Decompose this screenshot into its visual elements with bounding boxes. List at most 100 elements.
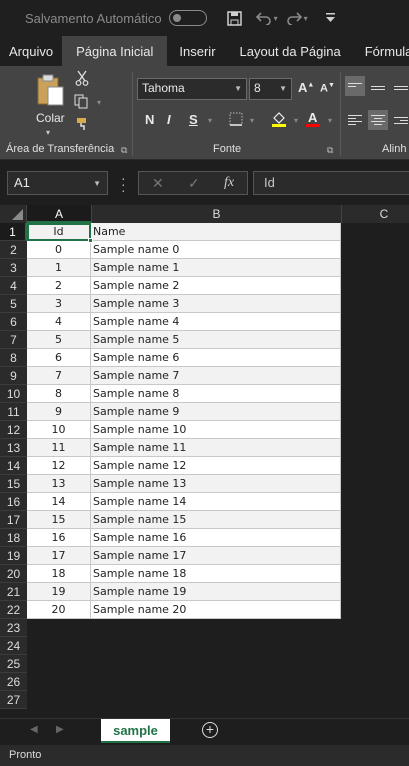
cell-name[interactable]: Sample name 15 — [91, 511, 341, 529]
row-header[interactable]: 13 — [0, 439, 27, 457]
cell-id[interactable]: 7 — [27, 367, 91, 385]
cell-name[interactable]: Sample name 5 — [91, 331, 341, 349]
cell-name[interactable]: Sample name 0 — [91, 241, 341, 259]
column-header-c[interactable]: C — [342, 205, 409, 223]
cell-id[interactable]: 13 — [27, 475, 91, 493]
row-header[interactable]: 2 — [0, 241, 27, 259]
borders-dropdown-icon[interactable]: ▾ — [250, 116, 254, 125]
redo-dropdown-icon[interactable]: ▾ — [304, 14, 308, 23]
cell-name[interactable]: Sample name 16 — [91, 529, 341, 547]
undo-dropdown-icon[interactable]: ▾ — [274, 14, 278, 23]
font-color-dropdown-icon[interactable]: ▾ — [328, 116, 332, 125]
row-header[interactable]: 12 — [0, 421, 27, 439]
row-header[interactable]: 26 — [0, 673, 27, 691]
format-painter-icon[interactable] — [76, 117, 90, 134]
cell-name[interactable]: Sample name 2 — [91, 277, 341, 295]
cell-name[interactable]: Sample name 19 — [91, 583, 341, 601]
cell-name[interactable]: Sample name 13 — [91, 475, 341, 493]
fill-color-dropdown-icon[interactable]: ▾ — [294, 116, 298, 125]
cell-id[interactable]: 14 — [27, 493, 91, 511]
previous-sheet-icon[interactable]: ◀ — [30, 724, 38, 735]
row-header[interactable]: 7 — [0, 331, 27, 349]
row-header[interactable]: 27 — [0, 691, 27, 709]
autosave-toggle[interactable] — [168, 10, 207, 26]
borders-icon[interactable] — [229, 112, 243, 129]
cell-id[interactable]: 20 — [27, 601, 91, 619]
row-header[interactable]: 9 — [0, 367, 27, 385]
align-bottom-button[interactable] — [391, 76, 409, 96]
cell-id[interactable]: 16 — [27, 529, 91, 547]
formula-input[interactable]: Id — [253, 171, 409, 195]
tab-layout-da-pagina[interactable]: Layout da Página — [228, 36, 353, 66]
cell-id[interactable]: 15 — [27, 511, 91, 529]
cancel-icon[interactable]: ✕ — [152, 175, 164, 192]
cell-name[interactable]: Sample name 20 — [91, 601, 341, 619]
sheet-tab-sample[interactable]: sample — [101, 719, 170, 743]
font-name-select[interactable]: Tahoma ▼ — [137, 78, 247, 100]
font-color-icon[interactable]: A — [305, 110, 321, 131]
cell-name[interactable]: Sample name 6 — [91, 349, 341, 367]
row-header[interactable]: 6 — [0, 313, 27, 331]
row-header[interactable]: 19 — [0, 547, 27, 565]
enter-icon[interactable]: ✓ — [188, 175, 200, 192]
save-icon[interactable] — [226, 10, 242, 26]
cell-name[interactable]: Sample name 14 — [91, 493, 341, 511]
align-left-button[interactable] — [345, 110, 365, 130]
cell-id[interactable]: 8 — [27, 385, 91, 403]
row-header[interactable]: 11 — [0, 403, 27, 421]
font-size-select[interactable]: 8 ▼ — [249, 78, 292, 100]
row-header[interactable]: 14 — [0, 457, 27, 475]
cell-name[interactable]: Sample name 7 — [91, 367, 341, 385]
tab-formulas[interactable]: Fórmulas — [353, 36, 409, 66]
cell-name[interactable]: Sample name 1 — [91, 259, 341, 277]
cell-id[interactable]: 0 — [27, 241, 91, 259]
underline-dropdown-icon[interactable]: ▾ — [208, 116, 212, 125]
paste-dropdown-icon[interactable]: ▾ — [46, 128, 50, 137]
customize-toolbar-icon[interactable] — [325, 13, 335, 23]
copy-dropdown-icon[interactable]: ▾ — [97, 98, 101, 107]
column-header-b[interactable]: B — [92, 205, 342, 223]
cell-b1[interactable]: Name — [91, 223, 341, 241]
cell-id[interactable]: 11 — [27, 439, 91, 457]
paste-icon[interactable] — [36, 74, 66, 108]
align-right-button[interactable] — [391, 110, 409, 130]
tab-inserir[interactable]: Inserir — [167, 36, 227, 66]
cell-id[interactable]: 17 — [27, 547, 91, 565]
underline-button[interactable]: S — [189, 112, 198, 127]
cell-name[interactable]: Sample name 8 — [91, 385, 341, 403]
cell-id[interactable]: 6 — [27, 349, 91, 367]
cell-name[interactable]: Sample name 4 — [91, 313, 341, 331]
row-header[interactable]: 10 — [0, 385, 27, 403]
cell-id[interactable]: 1 — [27, 259, 91, 277]
align-middle-button[interactable] — [368, 76, 388, 96]
row-header[interactable]: 25 — [0, 655, 27, 673]
row-header[interactable]: 15 — [0, 475, 27, 493]
cell-name[interactable]: Sample name 11 — [91, 439, 341, 457]
tab-arquivo[interactable]: Arquivo — [0, 36, 62, 66]
row-header[interactable]: 24 — [0, 637, 27, 655]
row-header[interactable]: 3 — [0, 259, 27, 277]
next-sheet-icon[interactable]: ▶ — [56, 724, 64, 735]
decrease-font-icon[interactable]: A▼ — [320, 82, 335, 95]
cell-id[interactable]: 5 — [27, 331, 91, 349]
align-center-button[interactable] — [368, 110, 388, 130]
font-launcher-icon[interactable]: ⧉ — [327, 145, 333, 156]
clipboard-launcher-icon[interactable]: ⧉ — [121, 145, 127, 156]
more-icon[interactable]: · · · — [121, 171, 126, 197]
redo-icon[interactable] — [286, 11, 302, 25]
increase-font-icon[interactable]: A▲ — [298, 80, 314, 95]
bold-button[interactable]: N — [145, 112, 154, 127]
undo-icon[interactable] — [255, 11, 272, 25]
cell-id[interactable]: 4 — [27, 313, 91, 331]
cell-name[interactable]: Sample name 12 — [91, 457, 341, 475]
cell-id[interactable]: 10 — [27, 421, 91, 439]
row-header[interactable]: 23 — [0, 619, 27, 637]
cell-name[interactable]: Sample name 10 — [91, 421, 341, 439]
cell-id[interactable]: 2 — [27, 277, 91, 295]
row-header[interactable]: 18 — [0, 529, 27, 547]
cell-name[interactable]: Sample name 17 — [91, 547, 341, 565]
name-box[interactable]: A1 ▼ — [7, 171, 108, 195]
add-sheet-icon[interactable]: + — [202, 722, 218, 738]
cell-id[interactable]: 19 — [27, 583, 91, 601]
row-header[interactable]: 1 — [0, 223, 27, 241]
